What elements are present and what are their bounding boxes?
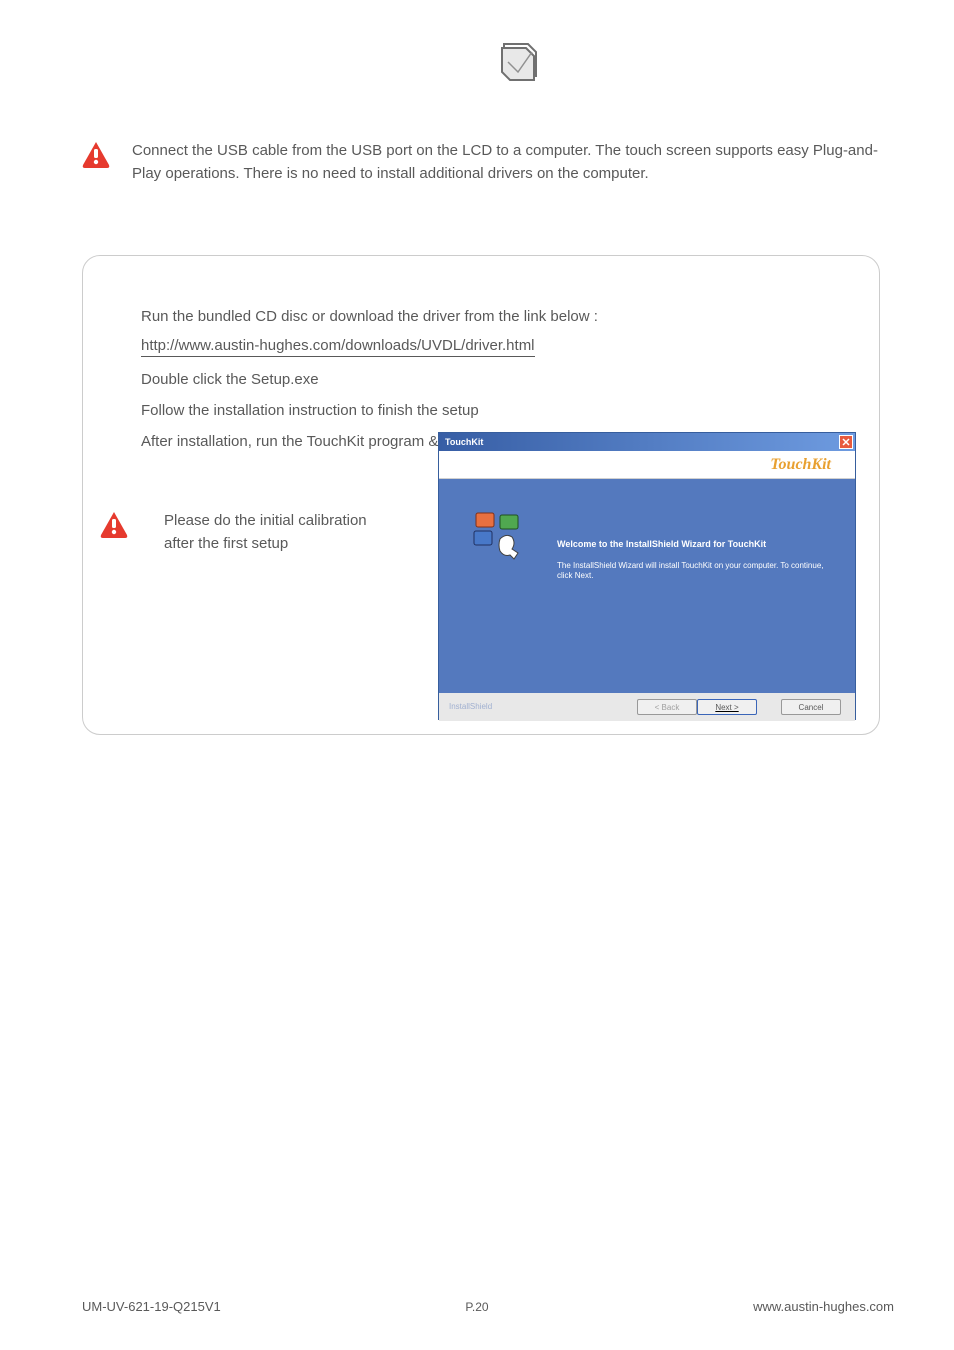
installer-title: TouchKit [441, 437, 839, 447]
top-warning-section: Connect the USB cable from the USB port … [82, 140, 894, 185]
touchkit-brand-logo: TouchKit [770, 456, 831, 474]
back-button-label: < Back [655, 703, 680, 712]
instruction-line-3: Follow the installation instruction to f… [141, 400, 849, 421]
warning-icon [82, 140, 110, 168]
driver-download-link[interactable]: http://www.austin-hughes.com/downloads/U… [141, 337, 535, 357]
cancel-button[interactable]: Cancel [781, 699, 841, 715]
installer-titlebar: TouchKit [439, 433, 855, 451]
instruction-line-1: Run the bundled CD disc or download the … [141, 306, 849, 327]
back-button: < Back [637, 699, 697, 715]
next-button-label: Next > [715, 703, 738, 712]
installer-welcome-heading: Welcome to the InstallShield Wizard for … [557, 539, 837, 549]
next-button[interactable]: Next > [697, 699, 757, 715]
installer-header: TouchKit [439, 451, 855, 479]
installer-footer: InstallShield < Back Next > Cancel [439, 693, 855, 721]
installer-body: Welcome to the InstallShield Wizard for … [439, 479, 855, 693]
installer-content: Welcome to the InstallShield Wizard for … [557, 479, 855, 693]
close-icon [842, 438, 850, 446]
footer-url: www.austin-hughes.com [753, 1299, 894, 1314]
instruction-line-2: Double click the Setup.exe [141, 369, 849, 390]
top-warning-text: Connect the USB cable from the USB port … [132, 140, 894, 185]
cancel-button-label: Cancel [799, 703, 824, 712]
document-logo-icon [498, 38, 542, 82]
installer-welcome-desc: The InstallShield Wizard will install To… [557, 561, 837, 582]
installer-sidebar [439, 479, 557, 693]
calibration-note-block: Please do the initial calibration after … [100, 510, 370, 555]
installer-window: TouchKit TouchKit Welcome to the Install… [438, 432, 856, 720]
installer-app-icon [470, 509, 526, 565]
warning-icon [100, 510, 128, 538]
close-button[interactable] [839, 435, 853, 449]
calibration-note-text: Please do the initial calibration after … [164, 510, 370, 555]
installshield-watermark: InstallShield [449, 702, 492, 711]
